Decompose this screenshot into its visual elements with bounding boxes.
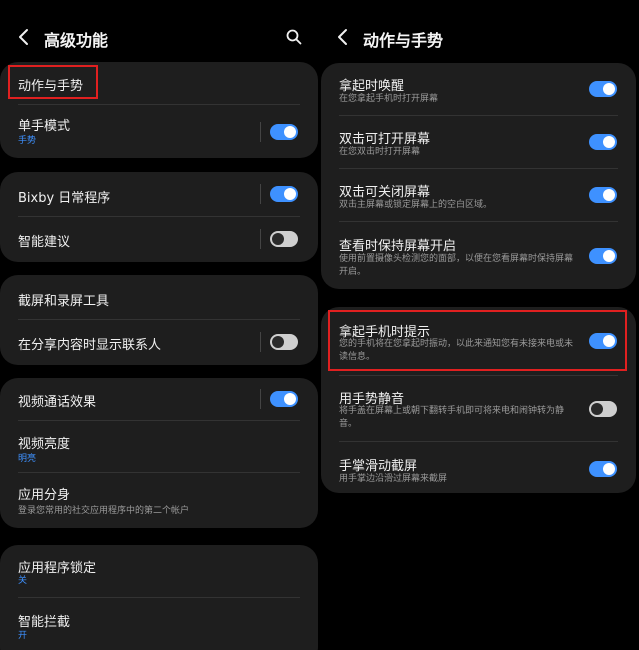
one-handed-mode-item[interactable]: 单手模式 手势 [0, 105, 318, 158]
item-status: 开 [18, 631, 28, 641]
one-handed-mode-toggle[interactable] [270, 124, 298, 140]
item-status: 关 [18, 576, 28, 586]
video-brightness-item[interactable]: 视频亮度 明亮 [0, 421, 318, 472]
keep-screen-on-item[interactable]: 查看时保持屏幕开启 使用前置摄像头检测您的面部，以便在您看屏幕时保持屏幕开启。 [321, 222, 636, 289]
settings-group-video: 视频通话效果 视频亮度 明亮 应用分身 登录您常用的社交应用程序中的第二个帐户 [0, 378, 318, 528]
separator [260, 184, 261, 204]
mute-gesture-toggle[interactable] [589, 401, 617, 417]
screenshots-recorder-item[interactable]: 截屏和录屏工具 [0, 275, 318, 319]
item-label: 在分享内容时显示联系人 [18, 338, 162, 353]
video-call-effects-item[interactable]: 视频通话效果 [0, 378, 318, 420]
item-label: 应用分身 [18, 488, 71, 503]
item-label: 动作与手势 [18, 79, 84, 94]
back-button[interactable] [333, 26, 353, 48]
item-label: 双击可打开屏幕 [339, 132, 431, 147]
item-label: 智能建议 [18, 235, 71, 250]
video-call-effects-toggle[interactable] [270, 391, 298, 407]
item-label: Bixby 日常程序 [18, 191, 111, 206]
page-title: 高级功能 [44, 31, 109, 50]
double-tap-off-toggle[interactable] [589, 187, 617, 203]
item-label: 截屏和录屏工具 [18, 294, 110, 309]
item-status: 手势 [18, 136, 37, 146]
separator [260, 389, 261, 409]
item-description: 双击主屏幕或锁定屏幕上的空白区域。 [339, 200, 493, 210]
item-label: 查看时保持屏幕开启 [339, 239, 457, 254]
item-description: 将手盖在屏幕上或朝下翻转手机即可将来电和闹钟转为静音。 [339, 406, 565, 429]
item-description: 在您拿起手机时打开屏幕 [339, 94, 439, 104]
show-contacts-share-toggle[interactable] [270, 334, 298, 350]
back-button[interactable] [14, 26, 34, 48]
chevron-left-icon [19, 29, 28, 45]
motions-gestures-panel: 动作与手势 拿起时唤醒 在您拿起手机时打开屏幕 双击可打开屏幕 在您双击时打开屏… [321, 0, 639, 650]
settings-group-screenshots: 截屏和录屏工具 在分享内容时显示联系人 [0, 275, 318, 365]
item-label: 智能拦截 [18, 615, 71, 630]
keep-screen-on-toggle[interactable] [589, 248, 617, 264]
separator [260, 332, 261, 352]
smart-block-item[interactable]: 智能拦截 开 [0, 598, 318, 650]
bixby-routines-item[interactable]: Bixby 日常程序 [0, 172, 318, 216]
item-label: 拿起时唤醒 [339, 79, 405, 94]
double-tap-off-item[interactable]: 双击可关闭屏幕 双击主屏幕或锁定屏幕上的空白区域。 [321, 169, 636, 221]
motions-gestures-item[interactable]: 动作与手势 [0, 62, 318, 104]
item-label: 视频通话效果 [18, 395, 97, 410]
search-icon [286, 29, 302, 45]
double-tap-on-item[interactable]: 双击可打开屏幕 在您双击时打开屏幕 [321, 116, 636, 168]
item-description: 您的手机将在您拿起时振动，以此来通知您有未接来电或未读信息。 [339, 339, 574, 362]
smart-suggestions-toggle[interactable] [270, 231, 298, 247]
lift-to-wake-item[interactable]: 拿起时唤醒 在您拿起手机时打开屏幕 [321, 63, 636, 115]
chevron-left-icon [338, 29, 347, 45]
show-contacts-share-item[interactable]: 在分享内容时显示联系人 [0, 320, 318, 365]
search-button[interactable] [283, 26, 305, 48]
settings-group-screen-gestures: 拿起时唤醒 在您拿起手机时打开屏幕 双击可打开屏幕 在您双击时打开屏幕 双击可关… [321, 63, 636, 289]
item-label: 视频亮度 [18, 437, 71, 452]
app-lock-item[interactable]: 应用程序锁定 关 [0, 545, 318, 597]
double-tap-on-toggle[interactable] [589, 134, 617, 150]
mute-gesture-item[interactable]: 用手势静音 将手盖在屏幕上或朝下翻转手机即可将来电和闹钟转为静音。 [321, 376, 636, 440]
separator [260, 229, 261, 249]
item-label: 单手模式 [18, 119, 71, 134]
settings-group-motions: 动作与手势 单手模式 手势 [0, 62, 318, 158]
item-label: 手掌滑动截屏 [339, 459, 418, 474]
item-description: 在您双击时打开屏幕 [339, 147, 421, 157]
smart-suggestions-item[interactable]: 智能建议 [0, 217, 318, 262]
separator [260, 122, 261, 142]
lift-to-wake-toggle[interactable] [589, 81, 617, 97]
item-description: 使用前置摄像头检测您的面部，以便在您看屏幕时保持屏幕开启。 [339, 254, 574, 277]
item-description: 用手掌边沿滑过屏幕来截屏 [339, 474, 448, 484]
item-description: 登录您常用的社交应用程序中的第二个帐户 [18, 506, 190, 516]
pickup-alert-item[interactable]: 拿起手机时提示 您的手机将在您拿起时振动，以此来通知您有未接来电或未读信息。 [321, 307, 636, 373]
settings-group-alerts: 拿起手机时提示 您的手机将在您拿起时振动，以此来通知您有未接来电或未读信息。 用… [321, 307, 636, 493]
settings-group-security: 应用程序锁定 关 智能拦截 开 [0, 545, 318, 650]
pickup-alert-toggle[interactable] [589, 333, 617, 349]
dual-messenger-item[interactable]: 应用分身 登录您常用的社交应用程序中的第二个帐户 [0, 473, 318, 528]
palm-swipe-capture-item[interactable]: 手掌滑动截屏 用手掌边沿滑过屏幕来截屏 [321, 442, 636, 493]
bixby-routines-toggle[interactable] [270, 186, 298, 202]
palm-swipe-capture-toggle[interactable] [589, 461, 617, 477]
item-label: 双击可关闭屏幕 [339, 185, 431, 200]
settings-group-bixby: Bixby 日常程序 智能建议 [0, 172, 318, 262]
advanced-features-panel: 高级功能 动作与手势 单手模式 手势 Bixby 日常程序 智能建议 截屏和录屏… [0, 0, 318, 650]
item-status: 明亮 [18, 454, 37, 464]
page-title: 动作与手势 [363, 31, 444, 50]
item-label: 应用程序锁定 [18, 561, 97, 576]
